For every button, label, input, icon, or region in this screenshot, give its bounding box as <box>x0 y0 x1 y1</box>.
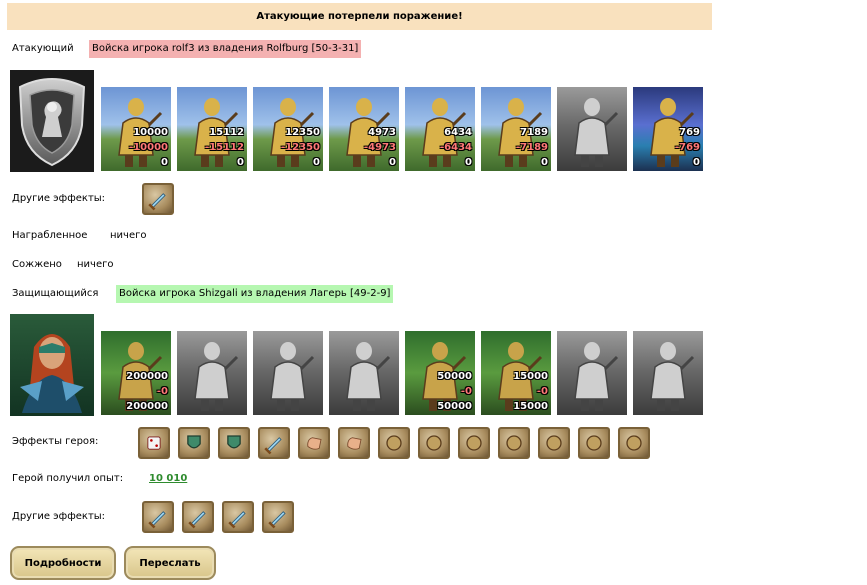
attacker-troops-tag: Войска игрока rolf3 из владения Rolfburg… <box>89 40 362 58</box>
unit-count: 7189 <box>520 127 548 138</box>
unit-left: 0 <box>313 157 320 168</box>
sword-fist-effect-icon[interactable] <box>142 501 174 533</box>
shield-effect-icon[interactable] <box>178 427 210 459</box>
experience-label: Герой получил опыт: <box>12 473 124 484</box>
swordsman-icon[interactable] <box>557 87 627 171</box>
unit-left: 0 <box>465 157 472 168</box>
unit-count: 15112 <box>209 127 244 138</box>
druid-icon[interactable]: 15000 -0 15000 <box>481 331 551 415</box>
details-button[interactable]: Подробности <box>10 546 116 580</box>
griffin-grey-icon[interactable] <box>329 331 399 415</box>
griffin-icon[interactable]: 4973 -4973 0 <box>329 87 399 171</box>
elf-hero-icon <box>20 334 84 413</box>
spearman-icon[interactable] <box>253 331 323 415</box>
helmet-effect-icon[interactable] <box>378 427 410 459</box>
unit-count: 10000 <box>133 127 168 138</box>
elf-archer-icon[interactable]: 50000 -0 50000 <box>405 331 475 415</box>
medallion-effect-icon[interactable] <box>618 427 650 459</box>
armor-effect-icon[interactable] <box>458 427 490 459</box>
amulet-effect-icon[interactable] <box>418 427 450 459</box>
defender-hero-portrait[interactable] <box>10 314 94 416</box>
sword-fist-effect-icon[interactable] <box>262 501 294 533</box>
forward-button[interactable]: Переслать <box>124 546 216 580</box>
unit-count: 50000 <box>437 371 472 382</box>
unit-count: 12350 <box>285 127 320 138</box>
unit-left: 200000 <box>126 401 168 412</box>
dice-effect-icon[interactable] <box>138 427 170 459</box>
hero-effects <box>138 427 650 459</box>
defender-troops-tag: Войска игрока Shizgali из владения Лагер… <box>116 285 394 303</box>
unit-count: 769 <box>679 127 700 138</box>
unit-count: 6434 <box>444 127 472 138</box>
unit-count: 200000 <box>126 371 168 382</box>
unit-left: 0 <box>237 157 244 168</box>
unit-left: 15000 <box>513 401 548 412</box>
crossed-arrows-effect-icon[interactable] <box>498 427 530 459</box>
attacker-label: Атакующий <box>12 43 74 54</box>
hero-effects-label: Эффекты героя: <box>12 436 99 447</box>
handshake-shield-effect-icon[interactable] <box>218 427 250 459</box>
battle-result-banner: Атакующие потерпели поражение! <box>7 3 712 30</box>
unit-loss: -7189 <box>516 142 548 153</box>
attacker-other-effects <box>142 183 174 215</box>
sword-blue-effect-icon[interactable] <box>182 501 214 533</box>
monk-icon[interactable]: 7189 -7189 0 <box>481 87 551 171</box>
sword-fist-effect-icon[interactable] <box>142 183 174 215</box>
defender-other-effects-label: Другие эффекты: <box>12 511 106 522</box>
attacker-hero-portrait[interactable] <box>10 70 94 172</box>
hand-effect-icon[interactable] <box>338 427 370 459</box>
crossbowman-icon[interactable]: 6434 -6434 0 <box>405 87 475 171</box>
dwarf-icon[interactable]: 200000 -0 200000 <box>101 331 171 415</box>
sword-effect-icon[interactable] <box>258 427 290 459</box>
attacker-other-effects-label: Другие эффекты: <box>12 193 106 204</box>
lion-crest-icon <box>18 78 86 167</box>
peasant-cart-icon[interactable]: 10000 -10000 0 <box>101 87 171 171</box>
unit-loss: -0 <box>536 386 548 397</box>
burned-label: Сожжено <box>12 259 62 270</box>
book-effect-icon[interactable] <box>538 427 570 459</box>
unit-left: 0 <box>693 157 700 168</box>
unit-left: 0 <box>389 157 396 168</box>
sorcerer-icon[interactable] <box>633 331 703 415</box>
unit-count: 15000 <box>513 371 548 382</box>
sword-blue-effect-icon[interactable] <box>222 501 254 533</box>
unit-loss: -10000 <box>129 142 168 153</box>
defender-other-effects <box>142 501 294 533</box>
unit-loss: -0 <box>460 386 472 397</box>
unit-left: 0 <box>161 157 168 168</box>
hooded-monk-icon[interactable] <box>557 331 627 415</box>
defender-label: Защищающийся <box>12 288 99 299</box>
armored-knight-icon[interactable] <box>177 331 247 415</box>
attacker-units: 10000 -10000 0 15112 -15112 0 12350 -12350 0 4973… <box>101 87 703 171</box>
unit-loss: -12350 <box>281 142 320 153</box>
burned-value: ничего <box>77 259 114 270</box>
unit-loss: -769 <box>674 142 700 153</box>
unit-count: 4973 <box>368 127 396 138</box>
handshake-effect-icon[interactable] <box>298 427 330 459</box>
archangel-icon[interactable]: 769 -769 0 <box>633 87 703 171</box>
cavalier-icon[interactable]: 12350 -12350 0 <box>253 87 323 171</box>
experience-value[interactable]: 10 010 <box>149 472 187 486</box>
defender-units: 200000 -0 200000 50000 -0 50000 15000 -0 15000 <box>101 331 703 415</box>
trident-effect-icon[interactable] <box>578 427 610 459</box>
griffin-knight-icon[interactable]: 15112 -15112 0 <box>177 87 247 171</box>
looted-label: Награбленное <box>12 230 88 241</box>
unit-loss: -15112 <box>205 142 244 153</box>
unit-left: 0 <box>541 157 548 168</box>
unit-loss: -4973 <box>364 142 396 153</box>
unit-loss: -6434 <box>440 142 472 153</box>
looted-value: ничего <box>110 230 147 241</box>
unit-left: 50000 <box>437 401 472 412</box>
unit-loss: -0 <box>156 386 168 397</box>
